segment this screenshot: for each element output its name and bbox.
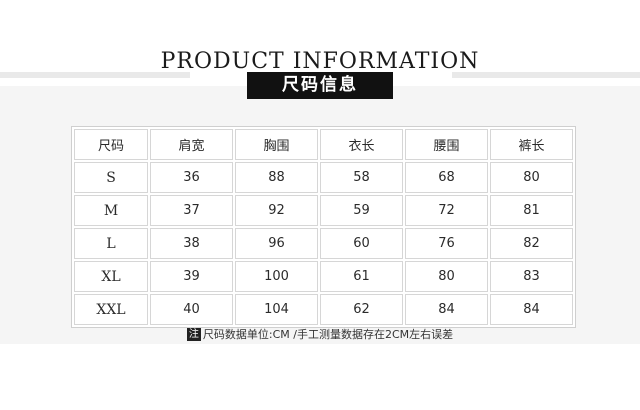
note-mark: 注 xyxy=(186,328,201,341)
header-cell-length: 衣长 xyxy=(320,129,403,160)
table-cell: 82 xyxy=(490,228,573,259)
table-cell: 100 xyxy=(235,261,318,292)
measurement-note: 注尺码数据单位:CM /手工测量数据存在2CM左右误差 xyxy=(0,326,640,342)
table-cell: 39 xyxy=(150,261,233,292)
table-row: XL 39 100 61 80 83 xyxy=(74,261,573,292)
size-label: S xyxy=(106,169,116,186)
size-label: XXL xyxy=(96,301,126,318)
size-cell: L xyxy=(74,228,148,259)
table-cell: 61 xyxy=(320,261,403,292)
table-cell: 36 xyxy=(150,162,233,193)
size-cell: S xyxy=(74,162,148,193)
table-row: L 38 96 60 76 82 xyxy=(74,228,573,259)
table-cell: 60 xyxy=(320,228,403,259)
size-cell: XL xyxy=(74,261,148,292)
table-row: XXL 40 104 62 84 84 xyxy=(74,294,573,325)
table-cell: 40 xyxy=(150,294,233,325)
table-row: S 36 88 58 68 80 xyxy=(74,162,573,193)
size-label: M xyxy=(103,202,119,219)
table-cell: 84 xyxy=(405,294,488,325)
size-cell: M xyxy=(74,195,148,226)
table-cell: 83 xyxy=(490,261,573,292)
table-cell: 81 xyxy=(490,195,573,226)
table-cell: 38 xyxy=(150,228,233,259)
size-cell: XXL xyxy=(74,294,148,325)
table-cell: 59 xyxy=(320,195,403,226)
table-cell: 72 xyxy=(405,195,488,226)
table-cell: 62 xyxy=(320,294,403,325)
table-cell: 88 xyxy=(235,162,318,193)
header-cell-shoulder: 肩宽 xyxy=(150,129,233,160)
table-cell: 37 xyxy=(150,195,233,226)
table-cell: 80 xyxy=(490,162,573,193)
table-cell: 104 xyxy=(235,294,318,325)
note-text: 尺码数据单位:CM /手工测量数据存在2CM左右误差 xyxy=(202,328,454,341)
table-cell: 84 xyxy=(490,294,573,325)
header-cell-size: 尺码 xyxy=(74,129,148,160)
size-info-page: PRODUCT INFORMATION 尺码信息 尺码 肩宽 胸围 衣长 腰围 … xyxy=(0,0,640,410)
size-table: 尺码 肩宽 胸围 衣长 腰围 裤长 S 36 88 58 68 80 M 37 … xyxy=(71,126,576,328)
size-label: XL xyxy=(101,268,121,285)
size-label: L xyxy=(106,235,116,252)
header-cell-pants-length: 裤长 xyxy=(490,129,573,160)
header-cell-waist: 腰围 xyxy=(405,129,488,160)
table-cell: 96 xyxy=(235,228,318,259)
table-cell: 76 xyxy=(405,228,488,259)
table-header-row: 尺码 肩宽 胸围 衣长 腰围 裤长 xyxy=(74,129,573,160)
table-cell: 58 xyxy=(320,162,403,193)
page-subtitle: 尺码信息 xyxy=(247,72,393,99)
table-cell: 68 xyxy=(405,162,488,193)
table-cell: 80 xyxy=(405,261,488,292)
header-cell-chest: 胸围 xyxy=(235,129,318,160)
table-row: M 37 92 59 72 81 xyxy=(74,195,573,226)
table-cell: 92 xyxy=(235,195,318,226)
